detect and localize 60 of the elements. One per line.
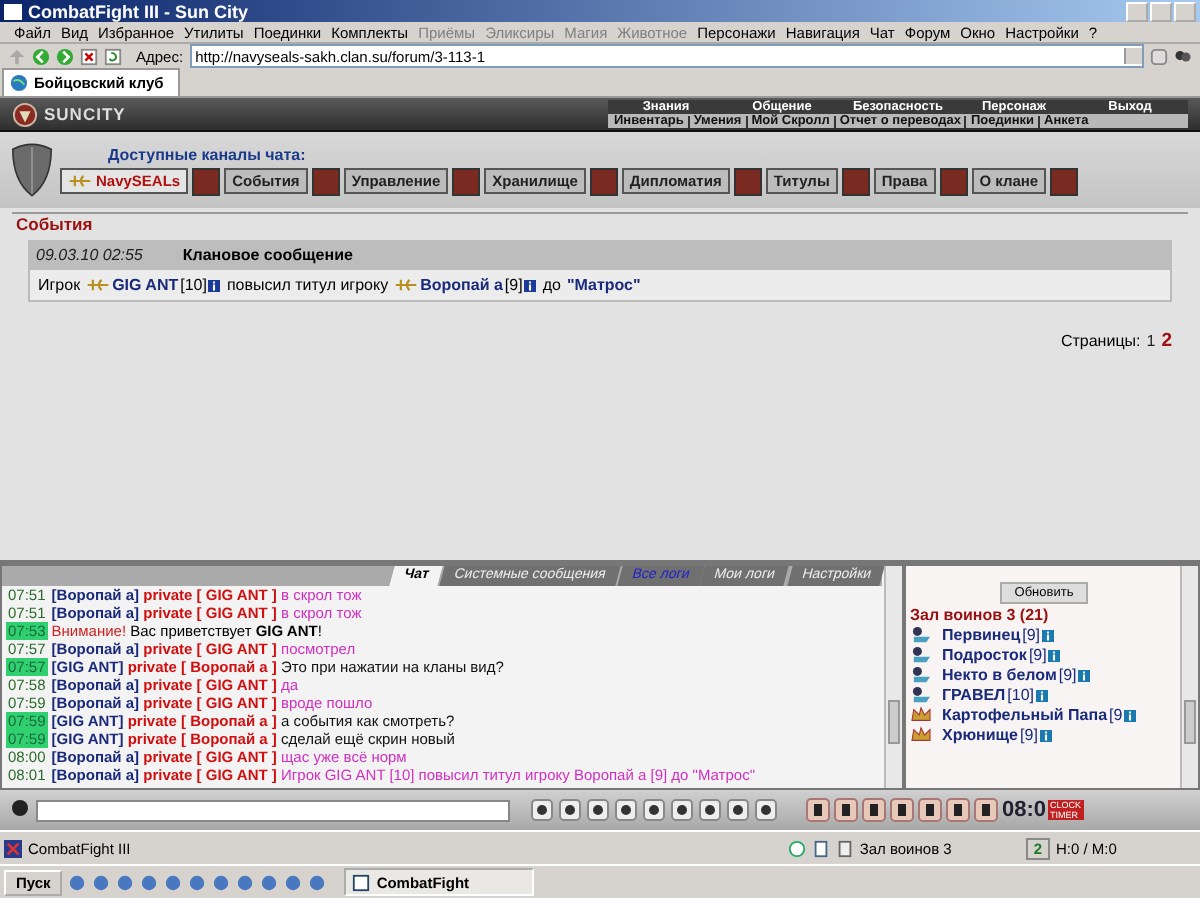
player-level: [9] [1020,726,1038,745]
dropdown-icon[interactable] [1124,48,1142,65]
page-link[interactable]: 2 [1161,330,1172,353]
people-icon[interactable] [1174,47,1192,66]
crown-icon [910,706,932,725]
info-icon[interactable] [524,279,537,292]
app-icon [4,839,22,858]
logo-text: SUNCITY [44,104,126,125]
info-icon[interactable] [1042,629,1055,642]
people-icon [910,686,932,705]
channels-title: Доступные каналы чата: [106,145,308,164]
player-link[interactable]: Подросток [942,646,1027,665]
forward-icon[interactable] [56,47,74,66]
player-level: [9] [1028,646,1047,665]
player-level: [10] [180,276,207,295]
player-link[interactable]: GIG ANT [112,276,179,295]
window-title: CombatFight III - Sun City [28,1,250,22]
player-level: [9] [1058,666,1077,685]
player-link[interactable]: Первинец [942,626,1021,645]
back-icon[interactable] [32,47,50,66]
stop-icon[interactable] [80,47,98,66]
player-link[interactable]: Картофельный Папа [942,706,1108,725]
player-link[interactable]: Некто в белом [942,666,1057,685]
shield-icon [8,140,56,201]
crown-icon [910,726,932,745]
event-date: 09.03.10 02:55 [36,245,143,264]
page-link[interactable]: 1 [1146,332,1156,351]
info-icon[interactable] [208,279,221,292]
trident-icon [394,278,419,293]
player-link[interactable]: Воропай а [420,276,503,295]
chat-input[interactable] [36,799,510,822]
info-icon[interactable] [1036,689,1049,702]
room-title: Зал воинов 3 (21) [910,606,1051,625]
pages-label: Страницы: [1060,332,1141,351]
scrollbar[interactable] [1180,566,1198,789]
info-icon[interactable] [1124,709,1137,722]
event-text: повысил титул игроку [226,276,389,295]
panel-title: События [16,214,95,235]
info-icon[interactable] [1078,669,1091,682]
event-heading: Клановое сообщение [182,245,353,264]
info-icon[interactable] [1039,729,1052,742]
crest-icon [12,101,38,128]
player-level: [9] [504,276,523,295]
clock-icon[interactable] [787,839,806,858]
event-text: Игрок [38,276,81,295]
player-level: [9 [1109,706,1123,725]
event-text: до [542,276,561,295]
trident-icon [86,278,111,293]
player-level: [9] [1022,626,1041,645]
title-name: "Матрос" [566,276,641,295]
info-icon[interactable] [1048,649,1061,662]
player-link[interactable]: ГРАВЕЛ [942,686,1006,705]
player-level: [10] [1007,686,1035,705]
people-icon [910,626,932,645]
scrollbar[interactable] [884,566,902,789]
player-link[interactable]: Хрюнище [942,726,1019,745]
people-icon [910,646,932,665]
trident-icon [68,174,92,189]
refresh-icon[interactable] [104,47,122,66]
people-icon [910,666,932,685]
